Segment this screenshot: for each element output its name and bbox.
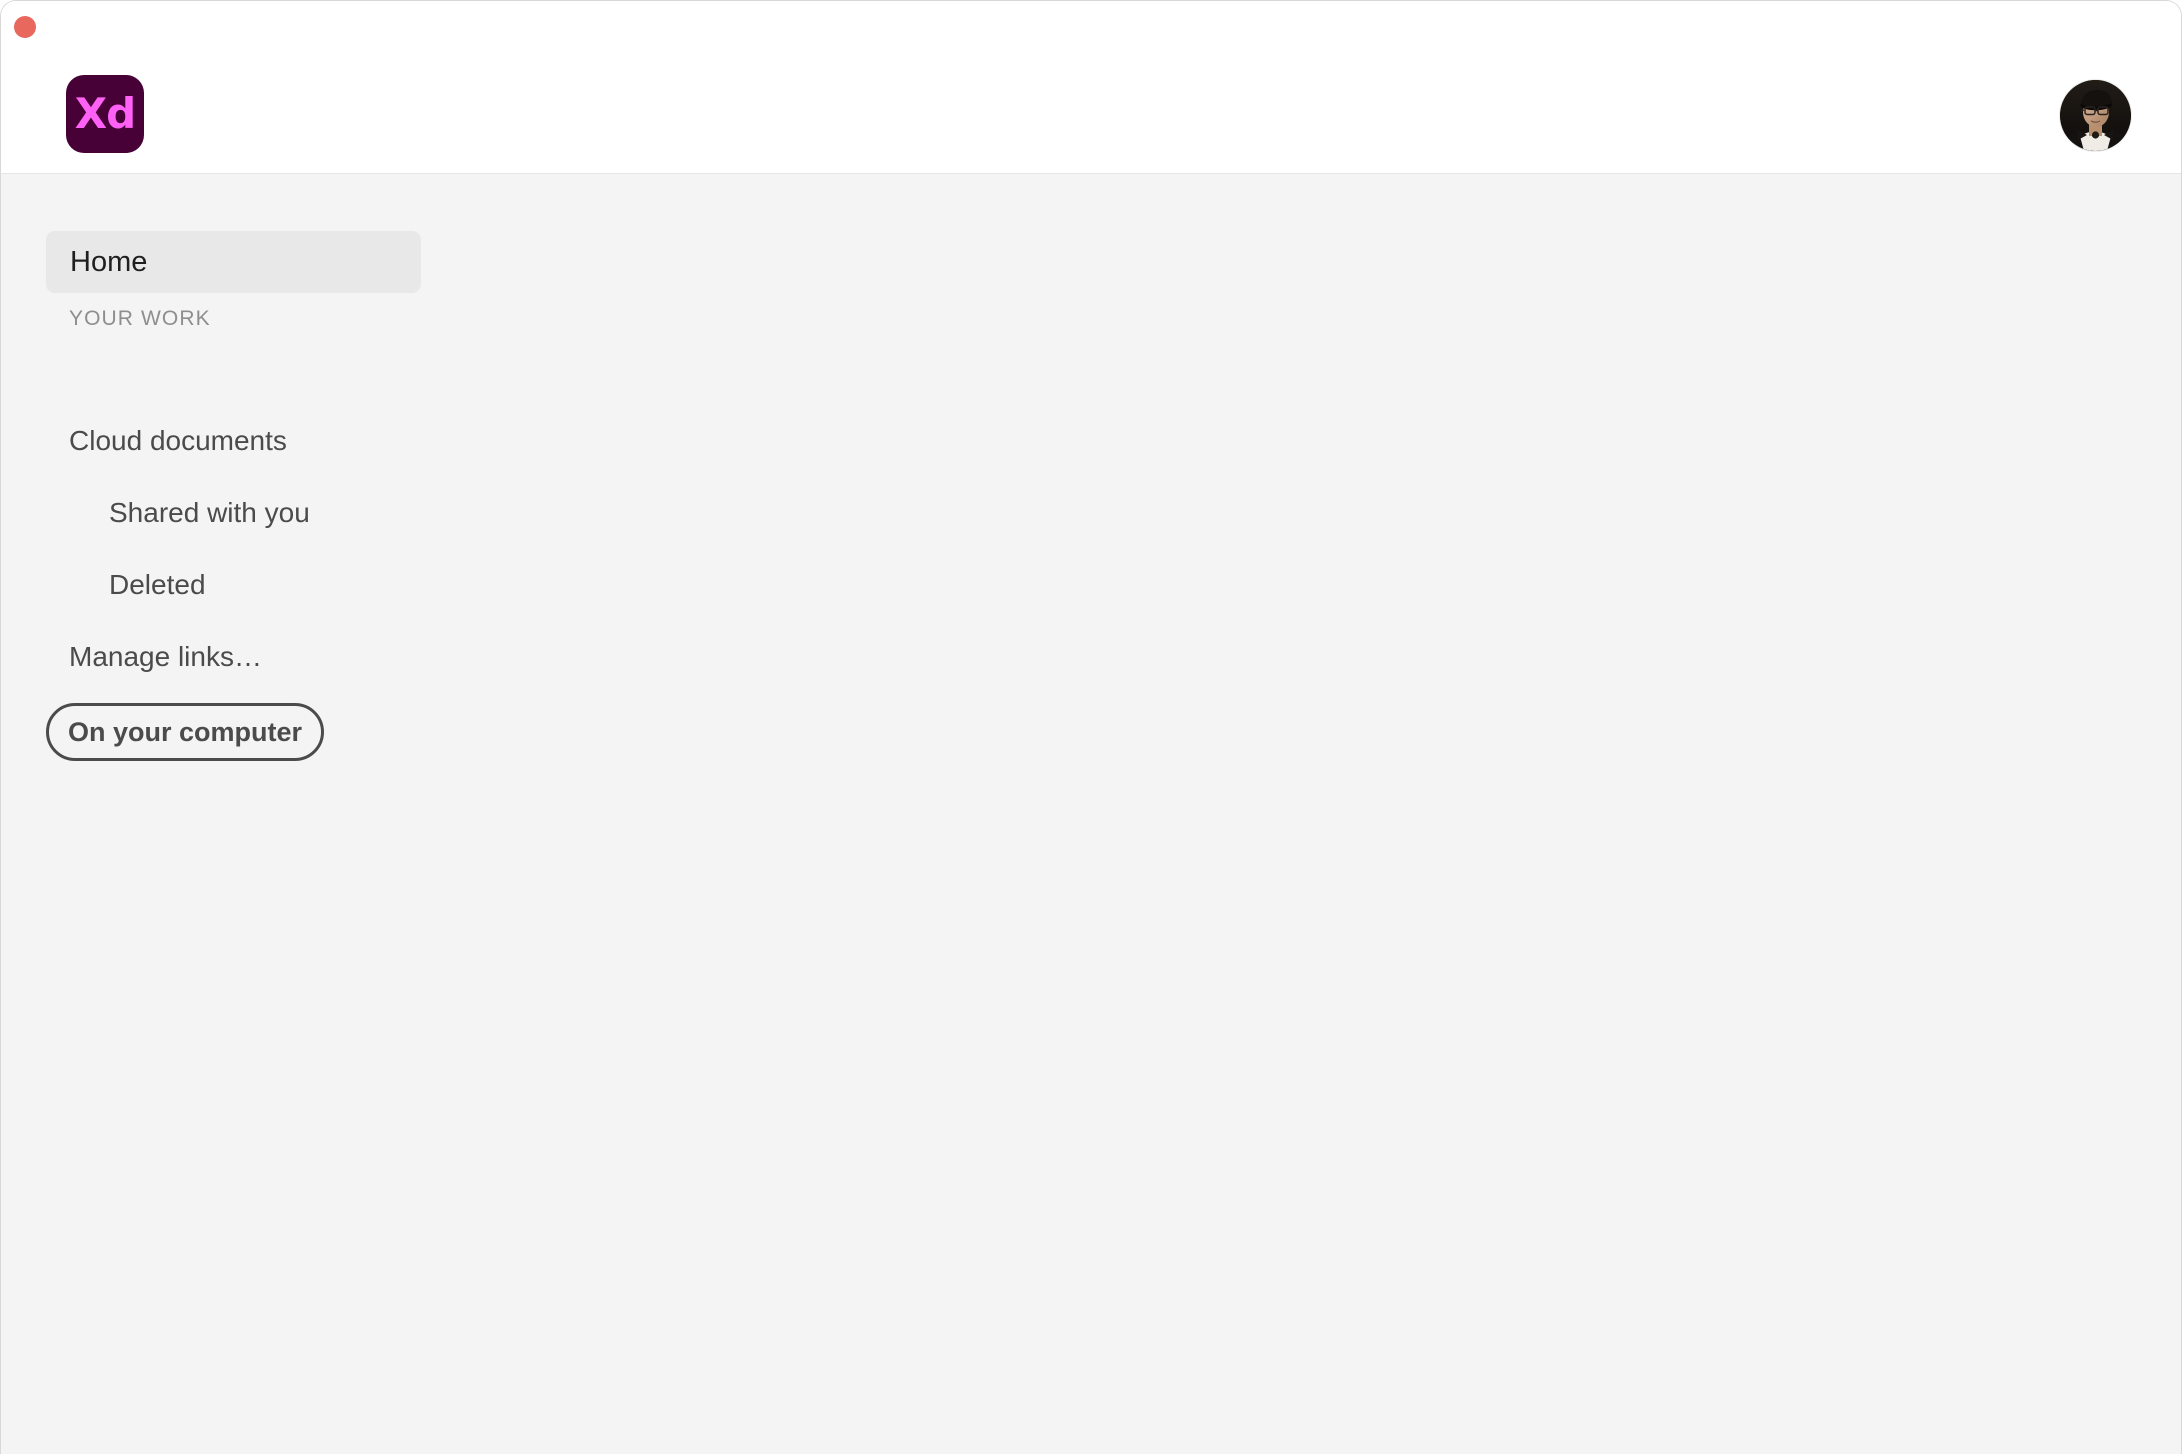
- on-your-computer-button-label: On your computer: [67, 716, 303, 747]
- sidebar-section-label: YOUR WORK: [69, 307, 211, 330]
- sidebar: Home YOUR WORK Cloud documents Shared wi…: [1, 174, 601, 1454]
- content-area: [601, 174, 2181, 1454]
- sidebar-item-home[interactable]: Home: [46, 231, 421, 293]
- app-logo-text: Xd: [74, 89, 136, 138]
- sidebar-item-label: Manage links…: [69, 641, 262, 672]
- adobe-xd-logo[interactable]: Xd: [66, 75, 144, 153]
- sidebar-item-label: Cloud documents: [69, 425, 287, 456]
- avatar[interactable]: [2060, 80, 2131, 151]
- app-window: Xd Home YOUR WORK Cloud documents Shared…: [0, 0, 2182, 1454]
- sidebar-item-deleted[interactable]: Deleted: [109, 563, 206, 607]
- sidebar-item-manage-links[interactable]: Manage links…: [69, 635, 262, 679]
- close-window-icon[interactable]: [14, 16, 36, 38]
- sidebar-item-shared-with-you[interactable]: Shared with you: [109, 491, 310, 535]
- on-your-computer-button[interactable]: On your computer: [46, 703, 324, 761]
- sidebar-item-cloud-documents[interactable]: Cloud documents: [69, 419, 287, 463]
- title-bar: Xd: [1, 1, 2181, 174]
- sidebar-item-label: Shared with you: [109, 497, 310, 528]
- app-body: Home YOUR WORK Cloud documents Shared wi…: [1, 174, 2181, 1454]
- sidebar-item-label: Deleted: [109, 569, 206, 600]
- sidebar-item-label: Home: [70, 245, 148, 278]
